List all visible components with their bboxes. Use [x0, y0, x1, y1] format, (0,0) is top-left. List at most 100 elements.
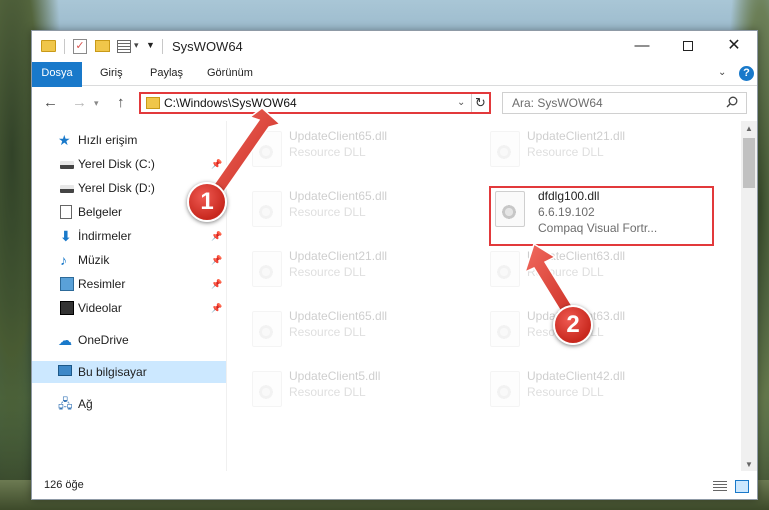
music-icon: ♪ — [60, 252, 67, 268]
file-description: Resource DLL — [527, 385, 604, 399]
cloud-icon: ☁ — [58, 332, 72, 348]
download-icon: ⬇ — [60, 228, 72, 244]
pin-icon[interactable]: 📌 — [211, 273, 222, 295]
search-box[interactable]: Ara: SysWOW64 — [502, 92, 747, 114]
search-input[interactable]: Ara: SysWOW64 — [512, 96, 603, 110]
recent-locations-chevron-icon[interactable]: ▾ — [94, 98, 99, 109]
list-item[interactable]: UpdateClient65.dll Resource DLL — [244, 306, 469, 350]
tab-share[interactable]: Paylaş — [142, 62, 191, 86]
scroll-up-icon[interactable]: ▲ — [745, 124, 753, 133]
computer-icon — [58, 365, 72, 376]
pin-icon[interactable]: 📌 — [211, 153, 222, 175]
list-item[interactable]: UpdateClient21.dll Resource DLL — [482, 126, 707, 170]
sidebar-item-label: Yerel Disk (C:) — [78, 157, 155, 171]
scrollbar-thumb[interactable] — [743, 138, 755, 188]
sidebar-item-label: Belgeler — [78, 205, 123, 219]
tiles-view-icon[interactable] — [735, 480, 749, 493]
file-description: Resource DLL — [527, 265, 604, 279]
help-icon[interactable]: ? — [739, 66, 754, 81]
file-description: Resource DLL — [289, 325, 366, 339]
dll-file-icon — [490, 311, 520, 347]
close-button[interactable]: ✕ — [711, 31, 757, 62]
sidebar-item-network[interactable]: 🖧 Ağ — [32, 393, 226, 415]
file-description: Resource DLL — [527, 145, 604, 159]
customize-toolbar-icon[interactable]: ▼ — [146, 40, 155, 56]
sidebar-item-this-pc[interactable]: Bu bilgisayar — [32, 361, 226, 383]
status-bar: 126 öğe — [32, 473, 757, 499]
sidebar-item-downloads[interactable]: ⬇ İndirmeler 📌 — [32, 225, 226, 247]
sidebar-item-local-disk-c[interactable]: Yerel Disk (C:) 📌 — [32, 153, 226, 175]
dll-file-icon — [252, 251, 282, 287]
file-name: UpdateClient63.dll — [527, 249, 626, 263]
highlighted-file-dfdlg100[interactable]: dfdlg100.dll 6.6.19.102 Compaq Visual Fo… — [489, 186, 714, 246]
step-1-badge: 1 — [187, 182, 227, 222]
sidebar-item-music[interactable]: ♪ Müzik 📌 — [32, 249, 226, 271]
sidebar-item-videos[interactable]: Videolar 📌 — [32, 297, 226, 319]
file-name: UpdateClient21.dll — [527, 129, 626, 143]
details-view-icon[interactable] — [713, 481, 727, 492]
sidebar-item-label: Yerel Disk (D:) — [78, 181, 155, 195]
forward-button[interactable]: → — [72, 94, 87, 111]
pictures-icon — [60, 277, 74, 291]
file-name: dfdlg100.dll — [538, 189, 600, 203]
minimize-button[interactable]: — — [619, 31, 665, 62]
maximize-icon — [683, 41, 693, 51]
back-button[interactable]: ← — [43, 94, 58, 111]
address-path[interactable]: C:\Windows\SysWOW64 — [164, 96, 297, 110]
scroll-down-icon[interactable]: ▼ — [745, 460, 753, 469]
list-item[interactable]: UpdateClient5.dll Resource DLL — [244, 366, 469, 410]
item-count: 126 öğe — [44, 479, 84, 491]
list-item[interactable]: UpdateClient65.dll Resource DLL — [244, 186, 469, 230]
address-history-chevron-icon[interactable]: ⌄ — [457, 97, 465, 108]
dll-file-icon — [252, 371, 282, 407]
new-folder-icon[interactable] — [95, 40, 110, 52]
sidebar-item-label: Bu bilgisayar — [78, 365, 147, 379]
sidebar-item-onedrive[interactable]: ☁ OneDrive — [32, 329, 226, 351]
sidebar-item-label: OneDrive — [78, 333, 129, 347]
up-button[interactable]: ↑ — [117, 94, 125, 111]
tab-view[interactable]: Görünüm — [199, 62, 261, 86]
sidebar-item-pictures[interactable]: Resimler 📌 — [32, 273, 226, 295]
folder-icon — [146, 97, 160, 109]
pin-icon[interactable]: 📌 — [211, 225, 222, 247]
vertical-scrollbar[interactable]: ▲ ▼ — [741, 121, 757, 471]
pin-icon[interactable]: 📌 — [211, 249, 222, 271]
properties-check-icon[interactable]: ✓ — [73, 39, 87, 54]
file-name: UpdateClient42.dll — [527, 369, 626, 383]
maximize-button[interactable] — [665, 31, 711, 62]
sidebar-item-label: İndirmeler — [78, 229, 132, 243]
sidebar-item-label: Resimler — [78, 277, 126, 291]
ribbon-tabs: Dosya Giriş Paylaş Görünüm ⌄ ? — [32, 62, 757, 106]
chevron-down-icon[interactable]: ▾ — [134, 40, 139, 56]
list-item[interactable]: UpdateClient63.dll Resource DLL — [482, 246, 707, 290]
dll-file-icon — [490, 131, 520, 167]
properties-icon[interactable] — [117, 40, 131, 53]
dll-file-icon — [252, 131, 282, 167]
window-title: SysWOW64 — [172, 39, 243, 54]
step-2-badge: 2 — [553, 305, 593, 345]
file-version: 6.6.19.102 — [538, 205, 595, 219]
sidebar-item-label: Videolar — [78, 301, 122, 315]
list-item[interactable]: UpdateClient65.dll Resource DLL — [244, 126, 469, 170]
expand-ribbon-icon[interactable]: ⌄ — [718, 67, 726, 78]
list-item[interactable]: UpdateClient63.dll Resource DLL — [482, 306, 707, 350]
documents-icon — [60, 205, 72, 219]
file-description: Resource DLL — [289, 385, 366, 399]
dll-file-icon — [252, 191, 282, 227]
folder-icon — [41, 40, 56, 52]
file-company: Compaq Visual Fortr... — [538, 221, 658, 235]
refresh-button[interactable]: ↻ — [471, 94, 489, 112]
list-item[interactable]: UpdateClient42.dll Resource DLL — [482, 366, 707, 410]
tab-home[interactable]: Giriş — [92, 62, 131, 86]
list-item[interactable]: UpdateClient21.dll Resource DLL — [244, 246, 469, 290]
drive-icon — [60, 161, 74, 169]
sidebar-item-quick-access[interactable]: ★ Hızlı erişim — [32, 129, 226, 151]
title-bar: ✓ ▾ ▼ SysWOW64 — ✕ — [32, 31, 757, 62]
pin-icon[interactable]: 📌 — [211, 297, 222, 319]
file-list: UpdateClient65.dll Resource DLL UpdateCl… — [244, 126, 740, 466]
file-name: UpdateClient21.dll — [289, 249, 388, 263]
search-icon[interactable] — [726, 96, 738, 108]
address-bar[interactable]: C:\Windows\SysWOW64 ⌄ ↻ — [139, 92, 491, 114]
divider — [162, 39, 163, 54]
sidebar-item-label: Ağ — [78, 397, 93, 411]
